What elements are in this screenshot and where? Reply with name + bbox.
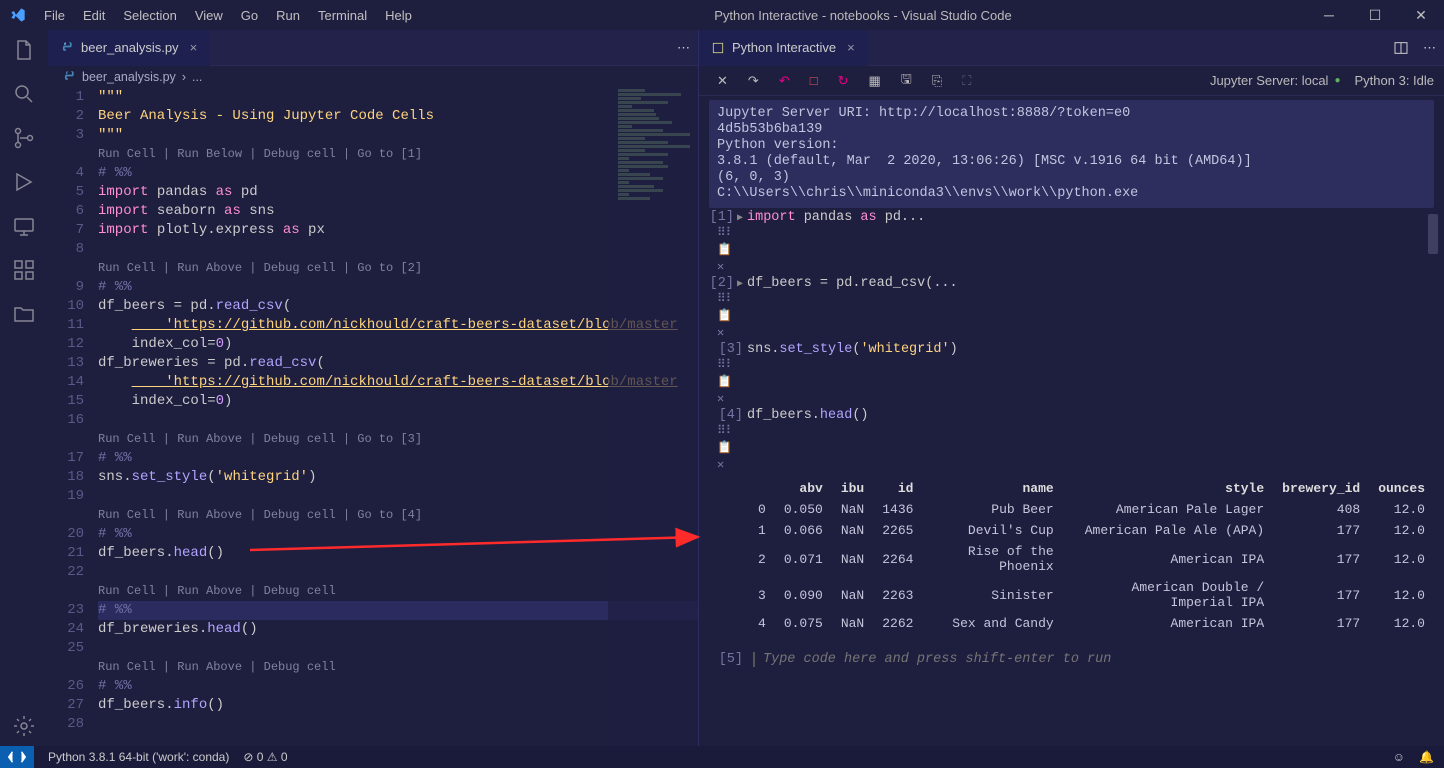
delete-cells-icon[interactable]: ✕ [717, 73, 728, 89]
window-controls: ─ ☐ ✕ [1306, 0, 1444, 30]
more-actions-icon[interactable]: ⋯ [677, 40, 690, 56]
input-idx: [5] [709, 652, 747, 667]
menu-bar: File Edit Selection View Go Run Terminal… [36, 4, 420, 27]
close-button[interactable]: ✕ [1398, 0, 1444, 30]
cell-idx-2: [2]▶ [709, 276, 747, 291]
editor-group-right: Python Interactive × ⋯ ✕ ↷ ↶ □ ↻ ▦ 🖫 ⎘ ⛶… [698, 30, 1444, 746]
source-control-icon[interactable] [12, 126, 36, 150]
cell-idx-1: [1]▶ [709, 210, 747, 225]
remote-indicator[interactable] [0, 746, 34, 768]
table-row: 00.050NaN1436Pub BeerAmerican Pale Lager… [749, 499, 1434, 520]
scrollbar-marker[interactable] [1428, 214, 1438, 254]
table-row: 10.066NaN2265Devil's CupAmerican Pale Al… [749, 520, 1434, 541]
status-dot-icon: ● [1334, 75, 1340, 86]
python-kernel-status[interactable]: Python 3: Idle [1355, 73, 1435, 88]
variables-icon[interactable]: ▦ [868, 73, 880, 89]
cell-actions-4[interactable]: ⠿⠇📋✕ [717, 423, 1434, 472]
menu-go[interactable]: Go [233, 4, 266, 27]
titlebar: File Edit Selection View Go Run Terminal… [0, 0, 1444, 30]
vscode-logo [0, 7, 36, 23]
cell-actions-2[interactable]: ⠿⠇📋✕ [717, 291, 1434, 340]
interactive-input[interactable]: [5] [709, 652, 1434, 667]
python-file-icon [60, 41, 74, 55]
menu-help[interactable]: Help [377, 4, 420, 27]
window-title: Python Interactive - notebooks - Visual … [420, 8, 1306, 23]
breadcrumb[interactable]: beer_analysis.py › ... [48, 66, 698, 88]
run-debug-icon[interactable] [12, 170, 36, 194]
notifications-icon[interactable]: 🔔 [1419, 750, 1434, 764]
maximize-button[interactable]: ☐ [1352, 0, 1398, 30]
breadcrumb-more: ... [192, 70, 202, 84]
cell-idx-3: [3] [709, 342, 747, 357]
split-editor-icon[interactable] [1393, 40, 1409, 56]
code-editor[interactable]: 123 45678 910111213141516 171819 202122 … [48, 88, 698, 746]
cell-code-4[interactable]: df_beers.head() [747, 408, 869, 423]
cell-code-2[interactable]: df_beers = pd.read_csv(... [747, 276, 958, 291]
tab-label: Python Interactive [732, 40, 836, 55]
extensions-icon[interactable] [12, 258, 36, 282]
left-tabs: beer_analysis.py × ⋯ [48, 30, 698, 66]
status-bar: Python 3.8.1 64-bit ('work': conda) ⊘ 0 … [0, 746, 1444, 768]
dataframe-table: abv ibu id name style brewery_id ounces … [749, 478, 1434, 634]
settings-gear-icon[interactable] [12, 714, 36, 738]
cell-code-1[interactable]: import pandas as pd... [747, 210, 925, 225]
close-icon[interactable]: × [847, 40, 855, 55]
tab-beer-analysis[interactable]: beer_analysis.py × [48, 30, 210, 66]
menu-edit[interactable]: Edit [75, 4, 113, 27]
search-icon[interactable] [12, 82, 36, 106]
table-row: 20.071NaN2264Rise of the PhoenixAmerican… [749, 541, 1434, 577]
tab-label: beer_analysis.py [81, 40, 179, 55]
minimize-button[interactable]: ─ [1306, 0, 1352, 30]
vscode-icon [10, 7, 26, 23]
interactive-output[interactable]: Jupyter Server URI: http://localhost:888… [699, 96, 1444, 746]
jupyter-icon [711, 41, 725, 55]
expand-icon[interactable]: ⛶ [962, 73, 971, 89]
save-icon[interactable]: 🖫 [901, 70, 912, 92]
minimap[interactable] [608, 88, 698, 746]
stop-icon[interactable]: □ [810, 73, 818, 88]
folder-icon[interactable] [12, 302, 36, 326]
remote-explorer-icon[interactable] [12, 214, 36, 238]
remote-icon [8, 750, 26, 764]
cell-actions-3[interactable]: ⠿⠇📋✕ [717, 357, 1434, 406]
cell-idx-4: [4] [709, 408, 747, 423]
line-numbers: 123 45678 910111213141516 171819 202122 … [48, 88, 98, 746]
undo-icon[interactable]: ↶ [779, 73, 790, 89]
table-row: 40.075NaN2262Sex and CandyAmerican IPA17… [749, 613, 1434, 634]
feedback-icon[interactable]: ☺ [1393, 750, 1405, 764]
jupyter-server-status[interactable]: Jupyter Server: local ● [1210, 73, 1341, 88]
close-icon[interactable]: × [190, 40, 198, 55]
dataframe-output: abv ibu id name style brewery_id ounces … [749, 478, 1434, 634]
table-row: 30.090NaN2263SinisterAmerican Double / I… [749, 577, 1434, 613]
explorer-icon[interactable] [12, 38, 36, 62]
interactive-toolbar: ✕ ↷ ↶ □ ↻ ▦ 🖫 ⎘ ⛶ Jupyter Server: local … [699, 66, 1444, 96]
menu-terminal[interactable]: Terminal [310, 4, 375, 27]
menu-file[interactable]: File [36, 4, 73, 27]
more-actions-icon[interactable]: ⋯ [1423, 40, 1436, 56]
tab-python-interactive[interactable]: Python Interactive × [699, 30, 868, 66]
export-icon[interactable]: ⎘ [932, 73, 942, 89]
breadcrumb-sep: › [182, 70, 186, 84]
redo-icon[interactable]: ↷ [748, 73, 759, 89]
status-problems[interactable]: ⊘ 0 ⚠ 0 [243, 750, 287, 764]
python-file-icon [62, 70, 76, 84]
menu-selection[interactable]: Selection [115, 4, 184, 27]
activity-bar [0, 30, 48, 746]
server-info: Jupyter Server URI: http://localhost:888… [709, 100, 1434, 208]
menu-run[interactable]: Run [268, 4, 308, 27]
cell-actions-1[interactable]: ⠿⠇📋✕ [717, 225, 1434, 274]
editor-group-left: beer_analysis.py × ⋯ beer_analysis.py › … [48, 30, 698, 746]
cell-code-3[interactable]: sns.set_style('whitegrid') [747, 342, 958, 357]
code-input[interactable] [753, 652, 1434, 667]
menu-view[interactable]: View [187, 4, 231, 27]
breadcrumb-file: beer_analysis.py [82, 70, 176, 84]
right-tabs: Python Interactive × ⋯ [699, 30, 1444, 66]
status-python[interactable]: Python 3.8.1 64-bit ('work': conda) [48, 750, 229, 764]
restart-icon[interactable]: ↻ [838, 73, 849, 89]
